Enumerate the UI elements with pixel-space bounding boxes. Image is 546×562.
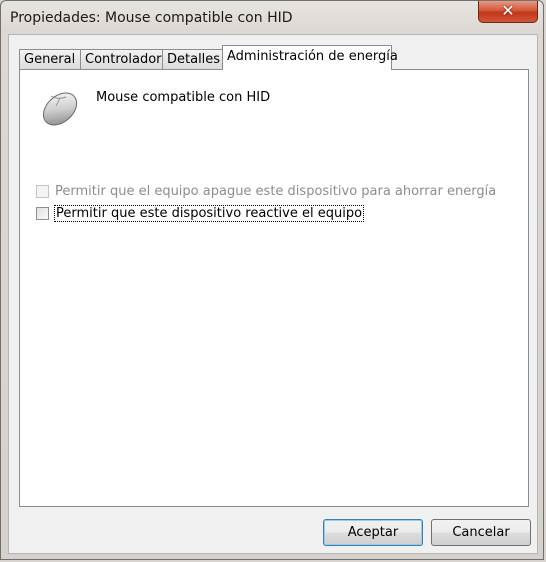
cancel-button[interactable]: Cancelar <box>431 519 531 546</box>
allow-wake-label[interactable]: Permitir que este dispositivo reactive e… <box>53 204 365 222</box>
mouse-icon <box>42 92 78 126</box>
allow-wake-checkbox[interactable] <box>36 206 49 220</box>
allow-wake-option[interactable]: Permitir que este dispositivo reactive e… <box>36 204 365 222</box>
ok-button[interactable]: Aceptar <box>323 519 423 546</box>
power-management-panel: Mouse compatible con HID Permitir que el… <box>19 69 529 507</box>
allow-power-off-checkbox[interactable] <box>36 184 49 198</box>
window-title: Propiedades: Mouse compatible con HID <box>10 10 293 26</box>
title-bar[interactable]: Propiedades: Mouse compatible con HID ✕ <box>1 1 543 35</box>
allow-power-off-label: Permitir que el equipo apague este dispo… <box>55 183 497 199</box>
tab-administracion-energia[interactable]: Administración de energía <box>222 45 398 70</box>
tab-general[interactable]: General <box>19 49 81 69</box>
properties-dialog: Propiedades: Mouse compatible con HID ✕ … <box>0 0 544 560</box>
allow-power-off-option: Permitir que el equipo apague este dispo… <box>36 182 496 200</box>
close-icon: ✕ <box>501 1 515 20</box>
tab-detalles[interactable]: Detalles <box>162 49 223 69</box>
close-button[interactable]: ✕ <box>478 1 538 23</box>
tab-controlador[interactable]: Controlador <box>80 49 163 69</box>
dialog-client-area: General Controlador Detalles Administrac… <box>8 34 538 554</box>
device-name: Mouse compatible con HID <box>96 90 271 105</box>
